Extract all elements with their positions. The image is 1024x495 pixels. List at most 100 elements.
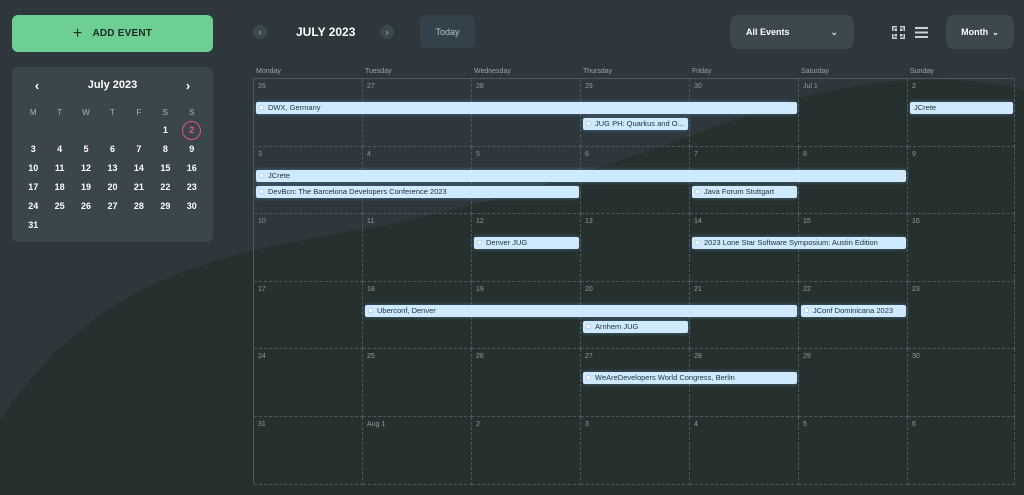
mini-day-number: 28 [133, 201, 144, 211]
day-number: 3 [585, 421, 589, 428]
mini-day[interactable]: 11 [46, 159, 72, 178]
calendar-event[interactable]: JConf Dominicana 2023 [801, 304, 906, 317]
mini-day[interactable]: 15 [152, 159, 178, 178]
mini-day-number: 1 [162, 125, 168, 135]
next-month-button[interactable]: › [380, 25, 394, 39]
calendar-event[interactable]: Denver JUG [474, 237, 579, 250]
mini-day[interactable]: 28 [126, 197, 152, 216]
day-cell[interactable]: Aug 1 [363, 417, 472, 485]
day-cell[interactable]: 4 [690, 417, 799, 485]
calendar-event[interactable]: 2023 Lone Star Software Symposium: Austi… [692, 237, 906, 250]
event-filter-select[interactable]: All Events ⌄ [730, 15, 854, 49]
day-number: 28 [476, 83, 484, 90]
day-cell[interactable]: 31 [254, 417, 363, 485]
day-cell[interactable]: 9 [908, 146, 1015, 215]
mini-day-empty [73, 121, 99, 140]
mini-calendar-title: July 2023 [87, 79, 138, 91]
day-number: 23 [912, 285, 920, 293]
day-cell[interactable]: 17 [254, 281, 363, 350]
mini-day[interactable]: 7 [126, 140, 152, 159]
day-number: 8 [803, 150, 807, 158]
mini-day[interactable]: 17 [20, 178, 46, 197]
mini-day[interactable]: 20 [99, 178, 125, 197]
day-cell[interactable]: 30 [908, 349, 1015, 417]
mini-day[interactable]: 22 [152, 178, 178, 197]
mini-day[interactable]: 23 [179, 178, 205, 197]
mini-day[interactable]: 19 [73, 178, 99, 197]
prev-month-button[interactable]: ‹ [253, 25, 267, 39]
mini-day[interactable]: 5 [73, 140, 99, 159]
calendar-event[interactable]: JUG PH: Quarkus and O... [583, 118, 688, 130]
mini-day[interactable]: 27 [99, 197, 125, 216]
event-marker-icon [586, 323, 591, 329]
calendar-event[interactable]: Java Forum Stuttgart [692, 185, 797, 198]
mini-day[interactable]: 31 [20, 216, 46, 235]
day-cell[interactable]: 24 [254, 349, 363, 417]
day-number: 31 [258, 421, 266, 428]
list-view-icon[interactable] [915, 26, 928, 39]
calendar-event[interactable]: JCrete [256, 169, 906, 182]
day-number: Jul 1 [803, 83, 818, 90]
mini-day[interactable]: 3 [20, 140, 46, 159]
day-cell[interactable]: 11 [363, 214, 472, 282]
mini-weekday-label: M [29, 108, 37, 117]
calendar-event[interactable]: JCrete [910, 102, 1013, 114]
day-number: 26 [258, 83, 266, 90]
mini-day-number: 9 [189, 144, 195, 154]
grid-view-icon[interactable] [892, 26, 905, 39]
calendar-event[interactable]: DevBcn: The Barcelona Developers Confere… [256, 185, 579, 198]
mini-day[interactable]: 9 [179, 140, 205, 159]
event-marker-icon [804, 307, 809, 313]
day-cell[interactable]: Jul 1 [799, 79, 908, 147]
event-title: DevBcn: The Barcelona Developers Confere… [268, 186, 447, 196]
plus-icon: + [72, 24, 83, 42]
day-cell[interactable]: 13 [581, 214, 690, 282]
calendar-event[interactable]: DWX, Germany [256, 102, 797, 114]
mini-prev-month-icon[interactable]: ‹ [30, 78, 44, 93]
mini-day[interactable]: 6 [99, 140, 125, 159]
day-cell[interactable]: 6 [908, 417, 1015, 485]
mini-day[interactable]: 24 [20, 197, 46, 216]
mini-day[interactable]: 21 [126, 178, 152, 197]
today-button[interactable]: Today [420, 15, 475, 48]
day-cell[interactable]: 2 [472, 417, 581, 485]
calendar-event[interactable]: Uberconf, Denver [365, 304, 797, 317]
mini-day[interactable]: 26 [73, 197, 99, 216]
day-number: Aug 1 [367, 421, 386, 428]
day-number: 25 [367, 353, 375, 361]
day-cell[interactable]: 29 [799, 349, 908, 417]
day-cell[interactable]: 23 [908, 281, 1015, 350]
mini-day[interactable]: 18 [46, 178, 72, 197]
day-number: 11 [367, 218, 375, 226]
mini-day-empty [152, 216, 178, 235]
view-mode-select[interactable]: Month ⌄ [946, 15, 1014, 49]
event-title: Arnhem JUG [595, 321, 639, 331]
mini-day[interactable]: 25 [46, 197, 72, 216]
event-title: JCrete [268, 170, 291, 180]
mini-weekday-label: W [82, 108, 90, 117]
event-title: Java Forum Stuttgart [704, 186, 775, 196]
mini-day[interactable]: 16 [179, 159, 205, 178]
mini-day[interactable]: 14 [126, 159, 152, 178]
mini-day[interactable]: 8 [152, 140, 178, 159]
mini-day[interactable]: 4 [46, 140, 72, 159]
day-cell[interactable]: 25 [363, 349, 472, 417]
mini-day[interactable]: 12 [73, 159, 99, 178]
day-number: 6 [585, 150, 589, 158]
add-event-button[interactable]: + ADD EVENT [12, 15, 213, 52]
mini-day[interactable]: 30 [179, 197, 205, 216]
day-cell[interactable]: 16 [908, 214, 1015, 282]
day-cell[interactable]: 26 [472, 349, 581, 417]
mini-day[interactable]: 2 [179, 121, 205, 140]
day-cell[interactable]: 5 [799, 417, 908, 485]
mini-day-number: 25 [54, 201, 65, 211]
mini-day[interactable]: 10 [20, 159, 46, 178]
mini-day[interactable]: 1 [152, 121, 178, 140]
mini-next-month-icon[interactable]: › [181, 78, 195, 93]
day-cell[interactable]: 3 [581, 417, 690, 485]
day-cell[interactable]: 10 [254, 214, 363, 282]
mini-day[interactable]: 29 [152, 197, 178, 216]
calendar-event[interactable]: Arnhem JUG [583, 320, 688, 333]
calendar-event[interactable]: WeAreDevelopers World Congress, Berlin [583, 372, 797, 385]
mini-day[interactable]: 13 [99, 159, 125, 178]
